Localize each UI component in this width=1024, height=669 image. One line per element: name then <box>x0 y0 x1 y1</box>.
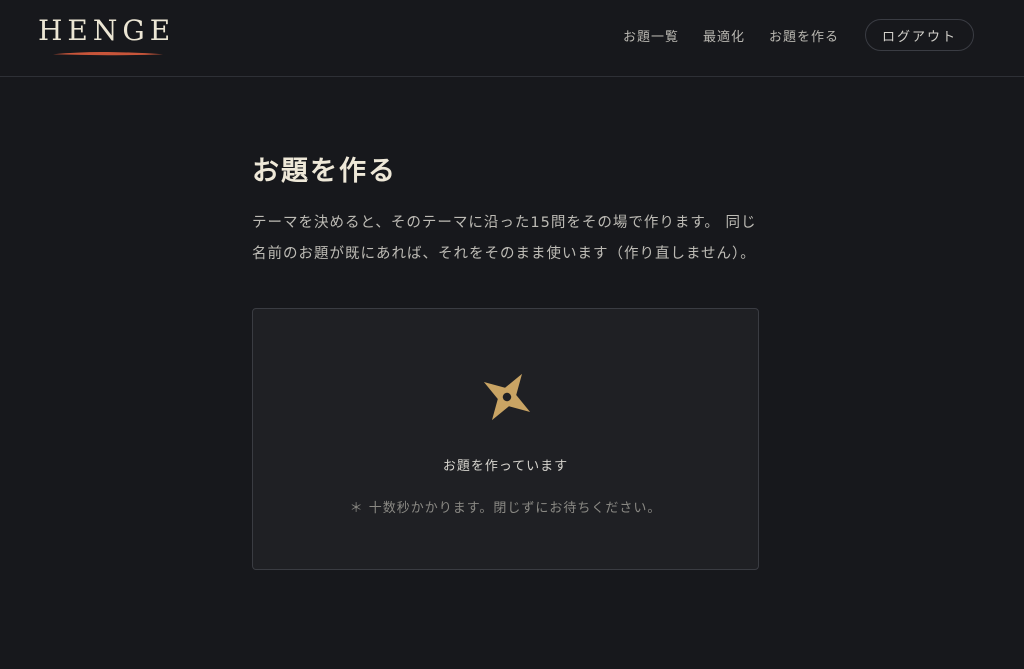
page-title: お題を作る <box>252 156 397 187</box>
main-nav: お題一覧 最適化 お題を作る ログアウト <box>623 19 974 51</box>
wait-note: ＊ 十数秒かかります。閉じずにお待ちください。 <box>349 501 662 516</box>
logout-button[interactable]: ログアウト <box>864 19 974 51</box>
henge-logo[interactable]: HENGE <box>38 14 178 60</box>
status-message: お題を作っています <box>442 459 569 474</box>
nav-link-create-topic[interactable]: お題を作る <box>769 26 839 45</box>
logo-brush-stroke <box>53 51 163 56</box>
nav-link-optimize[interactable]: 最適化 <box>703 26 745 45</box>
page-description: テーマを決めると、そのテーマに沿った15問をその場で作ります。 同じ名前のお題が… <box>252 215 757 262</box>
shuriken-icon <box>483 373 531 421</box>
logo-text: HENGE <box>38 14 176 47</box>
nav-link-topic-list[interactable]: お題一覧 <box>623 26 679 45</box>
create-topic-section: お題を作る テーマを決めると、そのテーマに沿った15問をその場で作ります。 同じ… <box>252 150 759 270</box>
generation-status-card: お題を作っています ＊ 十数秒かかります。閉じずにお待ちください。 <box>252 308 759 570</box>
site-header: HENGE お題一覧 最適化 お題を作る ログアウト <box>0 0 1024 77</box>
